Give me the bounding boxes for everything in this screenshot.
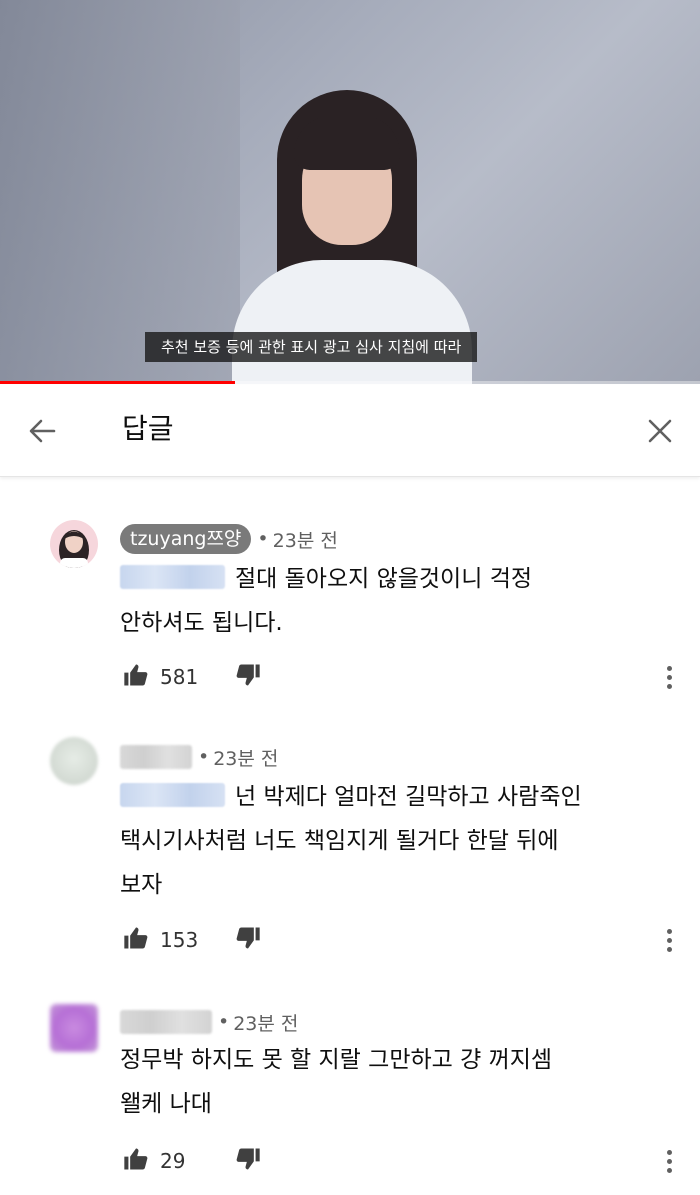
comment-time: 23분 전	[272, 529, 338, 552]
comment-text-line: 절대 돌아오지 않을것이니 걱정	[235, 566, 533, 592]
avatar[interactable]	[50, 737, 98, 785]
comment-text-line: 정무박 하지도 못 할 지랄 그만하고 걍 꺼지셈	[120, 1047, 553, 1073]
video-background	[0, 0, 240, 384]
close-button[interactable]	[642, 413, 678, 449]
more-options-button[interactable]	[658, 662, 680, 692]
thumbs-up-icon	[124, 927, 148, 949]
back-button[interactable]	[24, 413, 60, 449]
comment-text: 정무박 하지도 못 할 지랄 그만하고 걍 꺼지셈 왤케 나대	[120, 1038, 660, 1126]
comment-meta: • 23분 전	[120, 741, 278, 773]
dislike-button[interactable]	[234, 924, 262, 956]
comment-author[interactable]	[120, 745, 192, 769]
thumbs-up-icon	[124, 1148, 148, 1170]
more-vert-icon	[666, 1149, 672, 1155]
comment-time: 23분 전	[213, 747, 279, 770]
blurred-mention	[120, 782, 225, 807]
like-count: 153	[160, 928, 199, 952]
like-count: 29	[160, 1149, 186, 1173]
separator-dot: •	[218, 1011, 230, 1033]
comment-author[interactable]	[120, 1010, 212, 1034]
more-options-button[interactable]	[658, 1146, 680, 1176]
like-button[interactable]	[122, 661, 150, 693]
avatar[interactable]	[50, 520, 98, 568]
comment-text-line: 넌 박제다 얼마전 길막하고 사람죽인	[235, 784, 582, 810]
dislike-button[interactable]	[234, 661, 262, 693]
comment-text-line: 보자	[120, 872, 163, 898]
separator-dot: •	[257, 528, 269, 550]
thumbs-down-icon	[236, 1148, 260, 1170]
avatar[interactable]	[50, 1004, 98, 1052]
more-options-button[interactable]	[658, 925, 680, 955]
creator-avatar-icon	[50, 520, 98, 568]
separator-dot: •	[198, 746, 210, 768]
like-button[interactable]	[122, 924, 150, 956]
more-vert-icon	[666, 928, 672, 934]
comment-text-line: 왤케 나대	[120, 1091, 212, 1117]
comment-actions: 153	[122, 925, 262, 955]
comment-author[interactable]: tzuyang쯔양	[120, 524, 252, 554]
more-vert-icon	[666, 665, 672, 671]
dislike-button[interactable]	[234, 1145, 262, 1177]
page-title: 답글	[122, 412, 174, 445]
comment-text-line: 택시기사처럼 너도 책임지게 될거다 한달 뒤에	[120, 828, 559, 854]
thumbs-up-icon	[124, 664, 148, 686]
video-subtitle: 추천 보증 등에 관한 표시 광고 심사 지침에 따라	[145, 332, 478, 362]
comment-actions: 29	[122, 1146, 262, 1176]
comment-meta: • 23분 전	[120, 1006, 298, 1038]
comment-text: 넌 박제다 얼마전 길막하고 사람죽인 택시기사처럼 너도 책임지게 될거다 한…	[120, 775, 660, 907]
video-player[interactable]: 추천 보증 등에 관한 표시 광고 심사 지침에 따라	[0, 0, 700, 384]
comment-text-line: 안하셔도 됩니다.	[120, 610, 283, 636]
comment-meta: tzuyang쯔양 • 23분 전	[120, 523, 338, 555]
thumbs-down-icon	[236, 664, 260, 686]
comment-time: 23분 전	[233, 1012, 299, 1035]
replies-header: 답글	[0, 385, 700, 477]
video-progress-fill	[0, 381, 236, 384]
arrow-left-icon	[29, 419, 56, 443]
comment-text: 절대 돌아오지 않을것이니 걱정 안하셔도 됩니다.	[120, 557, 660, 645]
comment-actions: 581	[122, 662, 262, 692]
blurred-mention	[120, 564, 225, 589]
thumbs-down-icon	[236, 927, 260, 949]
like-count: 581	[160, 665, 199, 689]
close-icon	[648, 419, 672, 443]
like-button[interactable]	[122, 1145, 150, 1177]
video-progress-bar[interactable]	[0, 381, 700, 384]
